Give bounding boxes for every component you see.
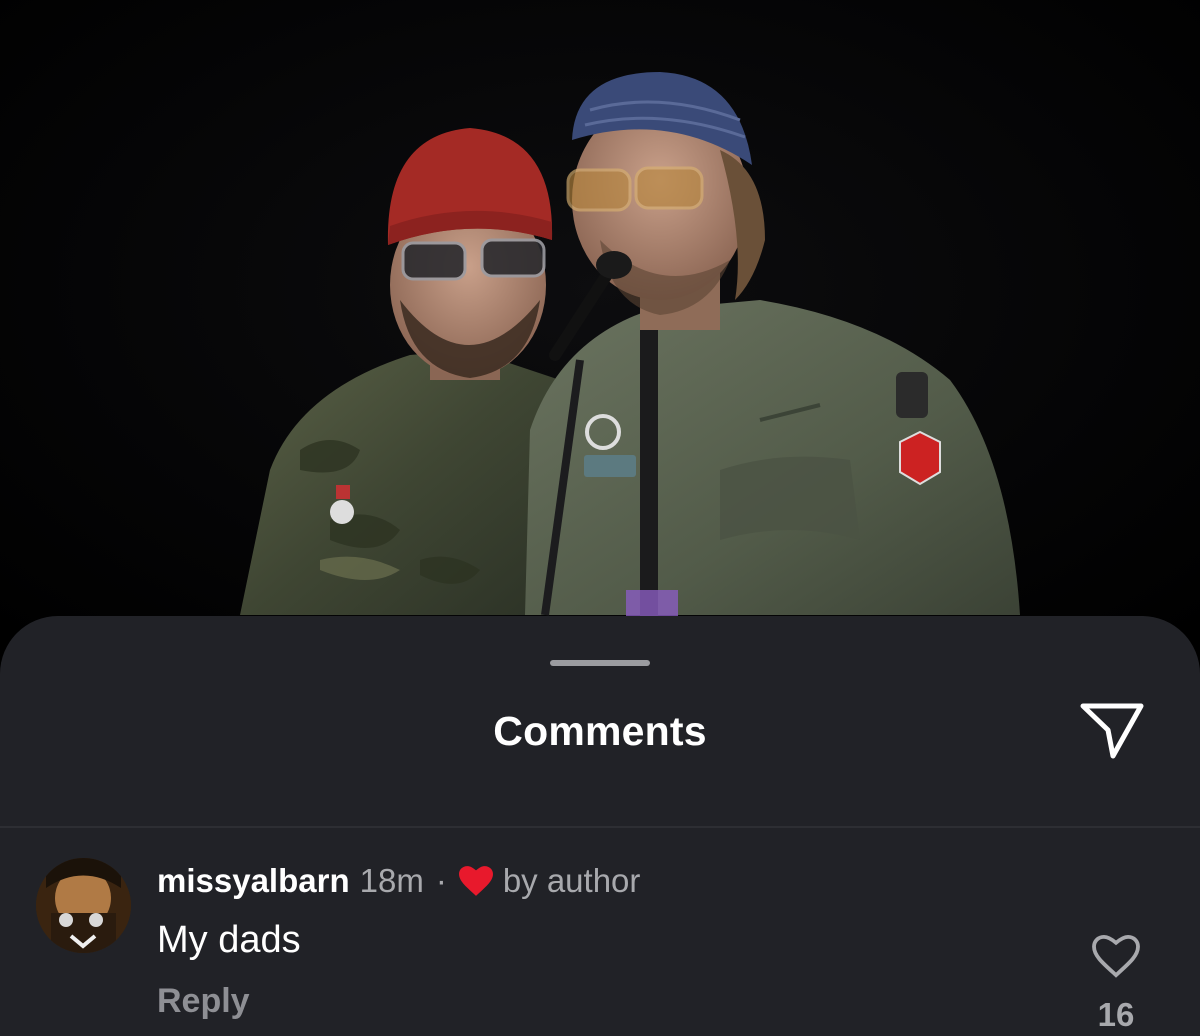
divider — [0, 826, 1200, 828]
avatar-image — [36, 858, 131, 953]
comment-meta: missyalbarn 18m · by author — [157, 862, 640, 900]
sheet-drag-handle[interactable] — [550, 660, 650, 666]
sheet-title: Comments — [493, 708, 707, 754]
meta-separator: · — [435, 862, 447, 899]
comment-username[interactable]: missyalbarn — [157, 862, 350, 900]
comment-timestamp: 18m — [359, 862, 424, 899]
comment-item: missyalbarn 18m · by author My dads Repl… — [0, 846, 1200, 1036]
post-photo — [0, 0, 1200, 640]
like-button[interactable] — [1088, 930, 1144, 986]
comment-text: My dads — [157, 919, 301, 961]
avatar[interactable] — [36, 858, 131, 953]
post-photo-illustration — [240, 72, 1020, 620]
share-button[interactable] — [1072, 696, 1152, 768]
like-count: 16 — [1097, 996, 1135, 1033]
liked-by-author-label: by author — [502, 862, 641, 899]
comments-sheet: Comments missyalbarn 18m · by author My … — [0, 616, 1200, 1036]
heart-outline-icon — [1091, 934, 1141, 983]
send-icon — [1077, 698, 1147, 767]
heart-filled-icon — [458, 866, 493, 896]
reply-button[interactable]: Reply — [157, 982, 250, 1021]
